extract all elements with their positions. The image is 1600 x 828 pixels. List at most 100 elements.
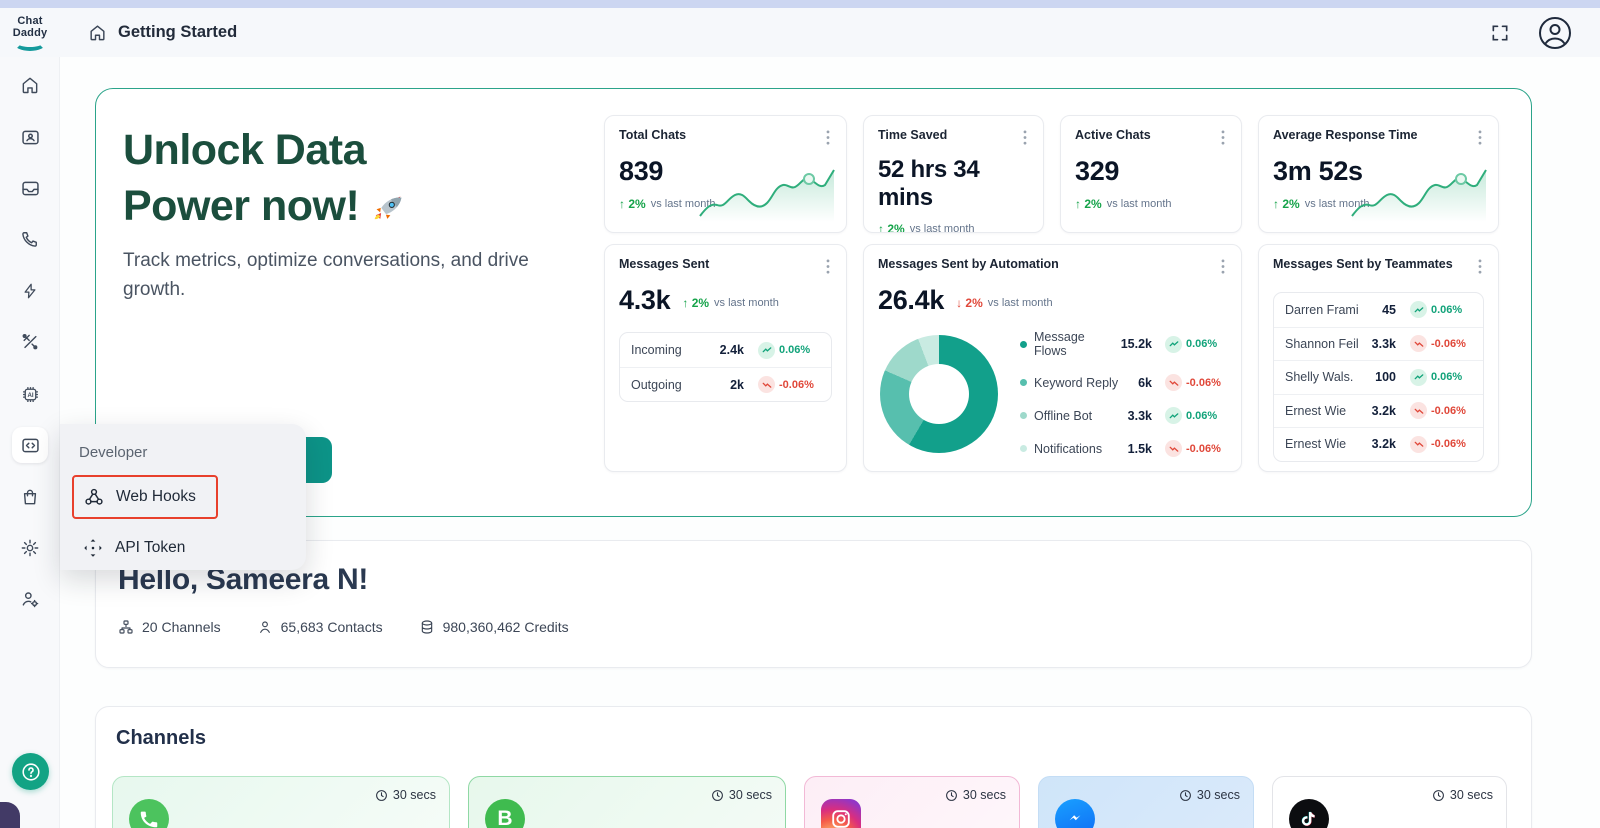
sidebar-item-inbox[interactable] [12,170,48,206]
table-row: Outgoing 2k -0.06% [620,367,831,401]
channel-card-whatsapp-business[interactable]: 30 secs B [468,776,786,828]
menu-item-label: API Token [115,539,185,557]
fullscreen-icon[interactable] [1490,23,1510,43]
legend-row: Message Flows15.2k 0.06% [1020,330,1227,358]
sidebar-item-automations[interactable] [12,273,48,309]
clock-icon [945,789,958,802]
kebab-menu-icon[interactable] [1476,257,1484,276]
banner-heading: Unlock Data Power now! [123,123,409,235]
menu-item-label: Web Hooks [116,488,196,506]
trend-badge: 0.06% [1410,301,1472,318]
sparkline-chart [1350,162,1490,224]
delta-down: 2% [956,296,983,310]
trend-badge: -0.06% [1165,440,1227,457]
kebab-menu-icon[interactable] [1021,128,1029,147]
channel-card-whatsapp[interactable]: 30 secs [112,776,450,828]
trend-badge: -0.06% [758,376,820,393]
compare-label: vs last month [1107,198,1172,210]
logo-text-line1: Chat [17,16,42,28]
trend-badge: -0.06% [1165,374,1227,391]
trend-badge: 0.06% [1410,369,1472,386]
welcome-card: Hello, Sameera N! 20 Channels 65,683 Con… [95,540,1532,668]
tools-icon [20,332,40,352]
teammates-table: Darren Frami450.06% Shannon Feil3.3k-0.0… [1273,292,1484,462]
home-icon [20,75,40,95]
table-row: Ernest Wie3.2k-0.06% [1274,394,1483,428]
sidebar-item-store[interactable] [12,479,48,515]
clock-icon [1179,789,1192,802]
stats-grid: Total Chats 839 2%vs last month Time Sav… [604,115,1502,472]
stat-label: Time Saved [878,128,947,142]
legend-row: Offline Bot3.3k 0.06% [1020,407,1227,424]
channel-card-instagram[interactable]: 30 secs [804,776,1020,828]
channels-icon [118,619,134,635]
sidebar-item-settings[interactable] [12,530,48,566]
sidebar-item-tools[interactable] [12,324,48,360]
rocket-emoji [367,184,412,229]
user-avatar[interactable] [1538,16,1572,50]
page-title: Getting Started [118,23,237,42]
stat-label: Total Chats [619,128,686,142]
kebab-menu-icon[interactable] [1219,257,1227,276]
delta-up: 2% [682,296,709,310]
sidebar-item-home[interactable] [12,67,48,103]
contact-card-icon [20,127,41,148]
phone-icon [20,229,40,249]
table-row: Shannon Feil3.3k-0.06% [1274,327,1483,361]
kebab-menu-icon[interactable] [824,128,832,147]
kebab-menu-icon[interactable] [1476,128,1484,147]
kebab-menu-icon[interactable] [1219,128,1227,147]
trend-badge: -0.06% [1410,335,1472,352]
gear-icon [20,538,40,558]
automation-donut-chart [880,335,998,453]
ai-chip-icon: AI [20,384,41,405]
sidebar-item-calls[interactable] [12,221,48,257]
delta-up: 2% [878,222,905,233]
table-row: Incoming 2.4k 0.06% [620,333,831,367]
stat-label: Average Response Time [1273,128,1418,142]
chatdaddy-logo: Chat Daddy [0,14,60,51]
stat-value: 52 hrs 34 mins [878,156,1029,212]
lightning-icon [21,281,39,301]
channels-title: Channels [116,727,1515,750]
corner-widget [0,802,20,828]
trend-badge: 0.06% [1165,407,1227,424]
channel-card-messenger[interactable]: 30 secs [1038,776,1254,828]
whatsapp-icon [129,799,169,828]
contacts-icon [257,619,273,635]
table-row: Darren Frami450.06% [1274,293,1483,327]
stat-card-active-chats: Active Chats 329 2%vs last month [1060,115,1242,233]
trend-badge: -0.06% [1410,402,1472,419]
stat-card-automation: Messages Sent by Automation 26.4k 2%vs l… [863,244,1242,472]
sidebar-item-contacts[interactable] [12,119,48,155]
compare-label: vs last month [714,297,779,309]
stat-card-avg-response-time: Average Response Time 3m 52s 2%vs last m… [1258,115,1499,233]
menu-item-web-hooks[interactable]: Web Hooks [72,475,218,519]
menu-item-api-token[interactable]: API Token [82,533,185,563]
logo-smile-arc [14,36,46,51]
channel-card-tiktok[interactable]: 30 secs [1272,776,1507,828]
welcome-stat-credits: 980,360,462 Credits [419,619,569,635]
sidebar-item-team[interactable] [12,581,48,617]
stat-label: Active Chats [1075,128,1151,142]
sidebar-item-ai[interactable]: AI [12,376,48,412]
delta-up: 2% [1075,197,1102,211]
delta-up: 2% [1273,197,1300,211]
messenger-icon [1055,799,1095,828]
compare-label: vs last month [910,223,975,233]
inbox-icon [20,178,41,199]
welcome-stat-channels: 20 Channels [118,619,221,635]
whatsapp-business-icon: B [485,799,525,828]
welcome-stat-contacts: 65,683 Contacts [257,619,383,635]
question-icon [20,761,42,783]
developer-popup: Developer Web Hooks API Token [60,424,306,570]
clock-icon [1432,789,1445,802]
messages-sent-table: Incoming 2.4k 0.06% Outgoing 2k -0.06% [619,332,832,402]
home-icon[interactable] [88,23,107,42]
webhook-icon [83,486,105,508]
sidebar-item-developer[interactable] [12,427,48,463]
trend-badge: 0.06% [1165,336,1227,353]
browser-top-strip [0,0,1600,8]
help-button[interactable] [12,753,49,790]
kebab-menu-icon[interactable] [824,257,832,276]
